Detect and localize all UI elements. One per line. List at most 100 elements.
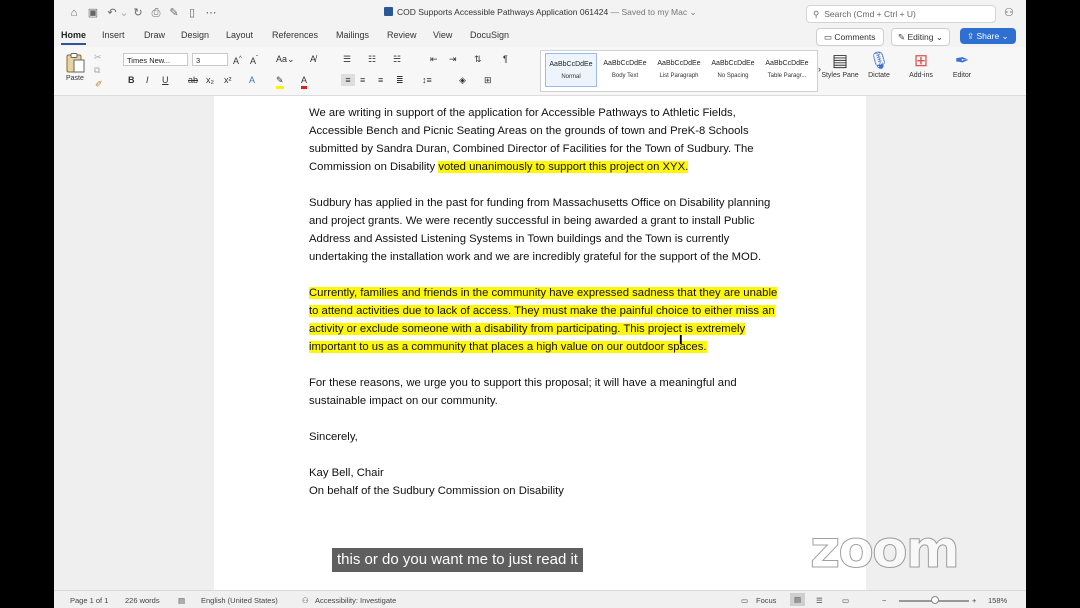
share-button[interactable]: ⇪ Share ⌄ xyxy=(960,28,1016,44)
italic-button[interactable]: I xyxy=(146,74,149,86)
bullets-icon[interactable]: ☰ xyxy=(343,53,351,65)
undo-icon[interactable]: ↶ xyxy=(106,7,118,19)
paragraph-request[interactable]: For these reasons, we urge you to suppor… xyxy=(309,374,779,410)
dictate-button[interactable]: 🎙 Dictate xyxy=(859,50,899,79)
borders-icon[interactable]: ⊞ xyxy=(484,74,492,86)
increase-indent-icon[interactable]: ⇥ xyxy=(449,53,457,65)
document-canvas[interactable]: We are writing in support of the applica… xyxy=(54,96,1026,590)
focus-icon[interactable]: ▭ xyxy=(741,596,748,605)
proofing-icon[interactable]: ▤ xyxy=(178,596,185,605)
more-icon[interactable]: ⋯ xyxy=(205,7,217,19)
new-document-icon[interactable]: ▯ xyxy=(186,7,198,19)
styles-pane-button[interactable]: ▤ Styles Pane xyxy=(820,50,860,79)
style-normal[interactable]: AaBbCcDdEe Normal xyxy=(545,53,597,87)
decrease-font-icon[interactable]: Aˇ xyxy=(250,53,258,67)
shading-icon[interactable]: ◈ xyxy=(459,74,466,86)
paragraph-history[interactable]: Sudbury has applied in the past for fund… xyxy=(309,194,779,266)
numbering-icon[interactable]: ☷ xyxy=(368,53,376,65)
style-no-spacing[interactable]: AaBbCcDdEe No Spacing xyxy=(707,53,759,87)
editor-button[interactable]: ✒ Editor xyxy=(942,50,982,79)
align-left-button[interactable]: ≡ xyxy=(341,74,355,86)
tab-draw[interactable]: Draw xyxy=(144,30,165,40)
cut-icon[interactable]: ✂ xyxy=(94,51,102,63)
document-body[interactable]: We are writing in support of the applica… xyxy=(309,104,779,500)
undo-dropdown-icon[interactable]: ⌄ xyxy=(118,7,130,19)
outline-view-icon[interactable]: ☰ xyxy=(816,596,823,605)
font-name-select[interactable]: Times New... xyxy=(123,53,188,66)
search-input[interactable]: ⚲ Search (Cmd + Ctrl + U) xyxy=(806,5,996,23)
justify-button[interactable]: ≣ xyxy=(396,74,404,86)
superscript-button[interactable]: x² xyxy=(224,74,232,86)
signer-name[interactable]: Kay Bell, Chair xyxy=(309,464,779,482)
accessibility-status[interactable]: Accessibility: Investigate xyxy=(315,596,396,605)
multilevel-list-icon[interactable]: ☵ xyxy=(393,53,401,65)
zoom-out-icon[interactable]: − xyxy=(882,596,886,605)
paragraph-support[interactable]: We are writing in support of the applica… xyxy=(309,104,779,176)
paragraph-marks-icon[interactable]: ¶ xyxy=(503,53,508,65)
font-size-select[interactable]: 3 xyxy=(192,53,228,66)
accessibility-icon[interactable]: ⚇ xyxy=(302,596,309,605)
text-effects-icon[interactable]: A xyxy=(249,74,255,86)
tab-mailings[interactable]: Mailings xyxy=(336,30,369,40)
subscript-button[interactable]: x₂ xyxy=(206,74,214,86)
microphone-icon: 🎙 xyxy=(868,51,890,70)
tab-home[interactable]: Home xyxy=(61,30,87,45)
print-icon[interactable]: ⎙ xyxy=(150,7,162,19)
save-icon[interactable]: ▣ xyxy=(87,7,99,19)
style-body-text[interactable]: AaBbCcDdEe Body Text xyxy=(599,53,651,87)
signer-organization[interactable]: On behalf of the Sudbury Commission on D… xyxy=(309,482,779,500)
format-painter-icon[interactable]: ✐ xyxy=(95,78,103,90)
tab-review[interactable]: Review xyxy=(387,30,417,40)
change-case-icon[interactable]: Aa⌄ xyxy=(276,53,295,65)
home-icon[interactable]: ⌂ xyxy=(68,7,80,19)
increase-font-icon[interactable]: A^ xyxy=(233,53,242,67)
style-list-paragraph[interactable]: AaBbCcDdEe List Paragraph xyxy=(653,53,705,87)
paste-label: Paste xyxy=(66,75,84,82)
page-count[interactable]: Page 1 of 1 xyxy=(70,596,108,605)
print-layout-icon[interactable]: ▤ xyxy=(790,593,806,606)
redo-icon[interactable]: ↻ xyxy=(132,7,144,19)
tab-references[interactable]: References xyxy=(272,30,318,40)
tab-insert[interactable]: Insert xyxy=(102,30,125,40)
tab-view[interactable]: View xyxy=(433,30,452,40)
clipboard-icon[interactable] xyxy=(64,52,86,74)
bold-button[interactable]: B xyxy=(128,74,135,86)
comments-button[interactable]: ▭ Comments xyxy=(816,28,884,46)
sort-icon[interactable]: ⇅ xyxy=(474,53,482,65)
tab-docusign[interactable]: DocuSign xyxy=(470,30,509,40)
closing[interactable]: Sincerely, xyxy=(309,428,779,446)
editing-mode-button[interactable]: ✎ Editing ⌄ xyxy=(891,28,950,46)
focus-button[interactable]: Focus xyxy=(756,596,776,605)
chevron-down-icon: ⌄ xyxy=(687,7,697,17)
comment-icon: ▭ xyxy=(824,32,835,42)
web-layout-icon[interactable]: ▭ xyxy=(842,596,849,605)
tab-design[interactable]: Design xyxy=(181,30,209,40)
zoom-slider-handle[interactable] xyxy=(931,596,939,604)
word-count[interactable]: 226 words xyxy=(125,596,160,605)
decrease-indent-icon[interactable]: ⇤ xyxy=(430,53,438,65)
copy-icon[interactable]: ⧉ xyxy=(94,64,100,76)
document-title[interactable]: COD Supports Accessible Pathways Applica… xyxy=(384,7,697,18)
highlighter-icon[interactable]: ✎ xyxy=(276,74,284,89)
tab-layout[interactable]: Layout xyxy=(226,30,253,40)
title-bar: ⌂ ▣ ↶ ⌄ ↻ ⎙ ✎ ▯ ⋯ COD Supports Accessibl… xyxy=(54,0,1026,26)
add-ins-button[interactable]: ⊞ Add-ins xyxy=(901,50,941,79)
clear-formatting-icon[interactable]: A̸ xyxy=(310,53,316,65)
zoom-watermark: zoom xyxy=(810,520,961,581)
zoom-level[interactable]: 158% xyxy=(988,596,1007,605)
underline-button[interactable]: U xyxy=(162,74,169,86)
style-table-paragraph[interactable]: AaBbCcDdEe Table Paragr... xyxy=(761,53,813,87)
align-center-button[interactable]: ≡ xyxy=(360,74,365,86)
account-icon[interactable]: ⚇ xyxy=(1004,6,1018,20)
align-right-button[interactable]: ≡ xyxy=(378,74,383,86)
strikethrough-button[interactable]: ab xyxy=(188,74,198,86)
edit-document-icon[interactable]: ✎ xyxy=(168,7,180,19)
zoom-in-icon[interactable]: + xyxy=(972,596,976,605)
styles-pane-icon: ▤ xyxy=(831,51,849,70)
search-icon: ⚲ xyxy=(813,9,820,19)
font-color-icon[interactable]: A xyxy=(301,74,308,89)
paragraph-need[interactable]: Currently, families and friends in the c… xyxy=(309,284,779,356)
line-spacing-icon[interactable]: ↕≡ xyxy=(422,74,432,86)
document-page[interactable]: We are writing in support of the applica… xyxy=(214,96,866,590)
language-status[interactable]: English (United States) xyxy=(201,596,278,605)
